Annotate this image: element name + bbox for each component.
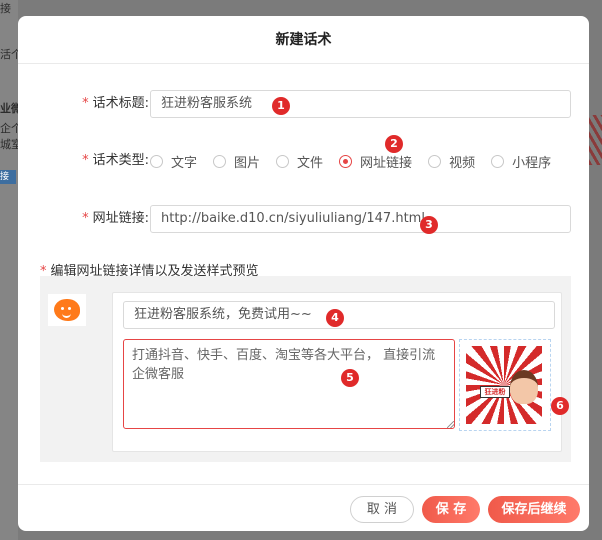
type-radio-text[interactable]: 文字 <box>150 152 197 171</box>
url-label-text: 网址链接: <box>92 211 149 226</box>
background-text: 城室 <box>0 138 18 151</box>
thumbnail-image: 狂进粉 <box>466 346 542 424</box>
type-label-text: 话术类型: <box>92 153 149 168</box>
title-label: * 话术标题: <box>82 90 149 118</box>
annotation-marker: 4 <box>326 309 344 327</box>
type-radio-file[interactable]: 文件 <box>276 152 323 171</box>
background-text: 企个 <box>0 122 18 135</box>
preview-panel: 狂进粉客服系统，免费试用~~ 打通抖音、快手、百度、淘宝等各大平台， 直接引流企… <box>40 276 571 462</box>
annotation-marker: 6 <box>551 397 569 415</box>
annotation-marker: 5 <box>341 369 359 387</box>
url-row: * 网址链接: http://baike.d10.cn/siyuliuliang/… <box>18 205 589 233</box>
annotation-marker: 2 <box>385 135 403 153</box>
cartoon-girl-icon <box>510 370 538 404</box>
dialog-title: 新建话术 <box>18 16 589 64</box>
type-radio-group: 文字 图片 文件 网址链接 视频 小程序 <box>150 147 567 175</box>
type-radio-link[interactable]: 网址链接 <box>339 152 412 171</box>
background-text: 活个 <box>0 48 18 61</box>
card-description-textarea[interactable]: 打通抖音、快手、百度、淘宝等各大平台， 直接引流企微客服 <box>123 339 455 429</box>
annotation-marker: 3 <box>420 216 438 234</box>
radio-circle-icon <box>491 154 505 168</box>
radio-checked-icon <box>339 154 353 168</box>
radio-circle-icon <box>213 154 227 168</box>
title-input[interactable]: 狂进粉客服系统 <box>150 90 571 118</box>
radio-circle-icon <box>428 154 442 168</box>
required-mark: * <box>82 211 89 226</box>
background-image-edge <box>589 115 602 165</box>
radio-circle-icon <box>150 154 163 168</box>
radio-label: 文字 <box>171 155 198 171</box>
type-row: * 话术类型: 文字 图片 文件 网址链接 视频 小程序 <box>18 147 589 175</box>
resize-handle-icon[interactable] <box>447 421 454 428</box>
background-sidebar <box>0 0 18 540</box>
url-label: * 网址链接: <box>82 205 149 233</box>
radio-label: 小程序 <box>512 155 552 171</box>
url-input[interactable]: http://baike.d10.cn/siyuliuliang/147.htm… <box>150 205 571 233</box>
smile-logo-icon <box>54 299 80 321</box>
radio-circle-icon <box>276 154 290 168</box>
save-and-continue-button[interactable]: 保存后继续 <box>488 496 580 523</box>
thumbnail-sign: 狂进粉 <box>480 386 510 398</box>
type-radio-miniprogram[interactable]: 小程序 <box>491 152 551 171</box>
radio-label: 图片 <box>234 155 261 171</box>
radio-label: 网址链接 <box>360 155 413 171</box>
dialog-footer: 取 消 保 存 保存后继续 <box>18 484 589 531</box>
save-button[interactable]: 保 存 <box>422 496 480 523</box>
type-radio-image[interactable]: 图片 <box>213 152 260 171</box>
required-mark: * <box>82 96 89 111</box>
title-row: * 话术标题: 狂进粉客服系统 <box>18 90 589 118</box>
new-script-dialog: 新建话术 * 话术标题: 狂进粉客服系统 * 话术类型: 文字 图片 文件 网址链接… <box>18 16 589 531</box>
cancel-button[interactable]: 取 消 <box>350 496 414 523</box>
radio-label: 文件 <box>297 155 324 171</box>
background-badge: 接 <box>0 170 16 184</box>
annotation-marker: 1 <box>272 97 290 115</box>
type-radio-video[interactable]: 视频 <box>428 152 475 171</box>
background-text: 业微 <box>0 102 18 115</box>
type-label: * 话术类型: <box>82 147 149 175</box>
radio-label: 视频 <box>449 155 476 171</box>
background-text: 接 <box>0 2 11 15</box>
required-mark: * <box>82 153 89 168</box>
title-label-text: 话术标题: <box>92 96 149 111</box>
avatar <box>48 294 86 326</box>
thumbnail-upload[interactable]: 狂进粉 <box>459 339 551 431</box>
